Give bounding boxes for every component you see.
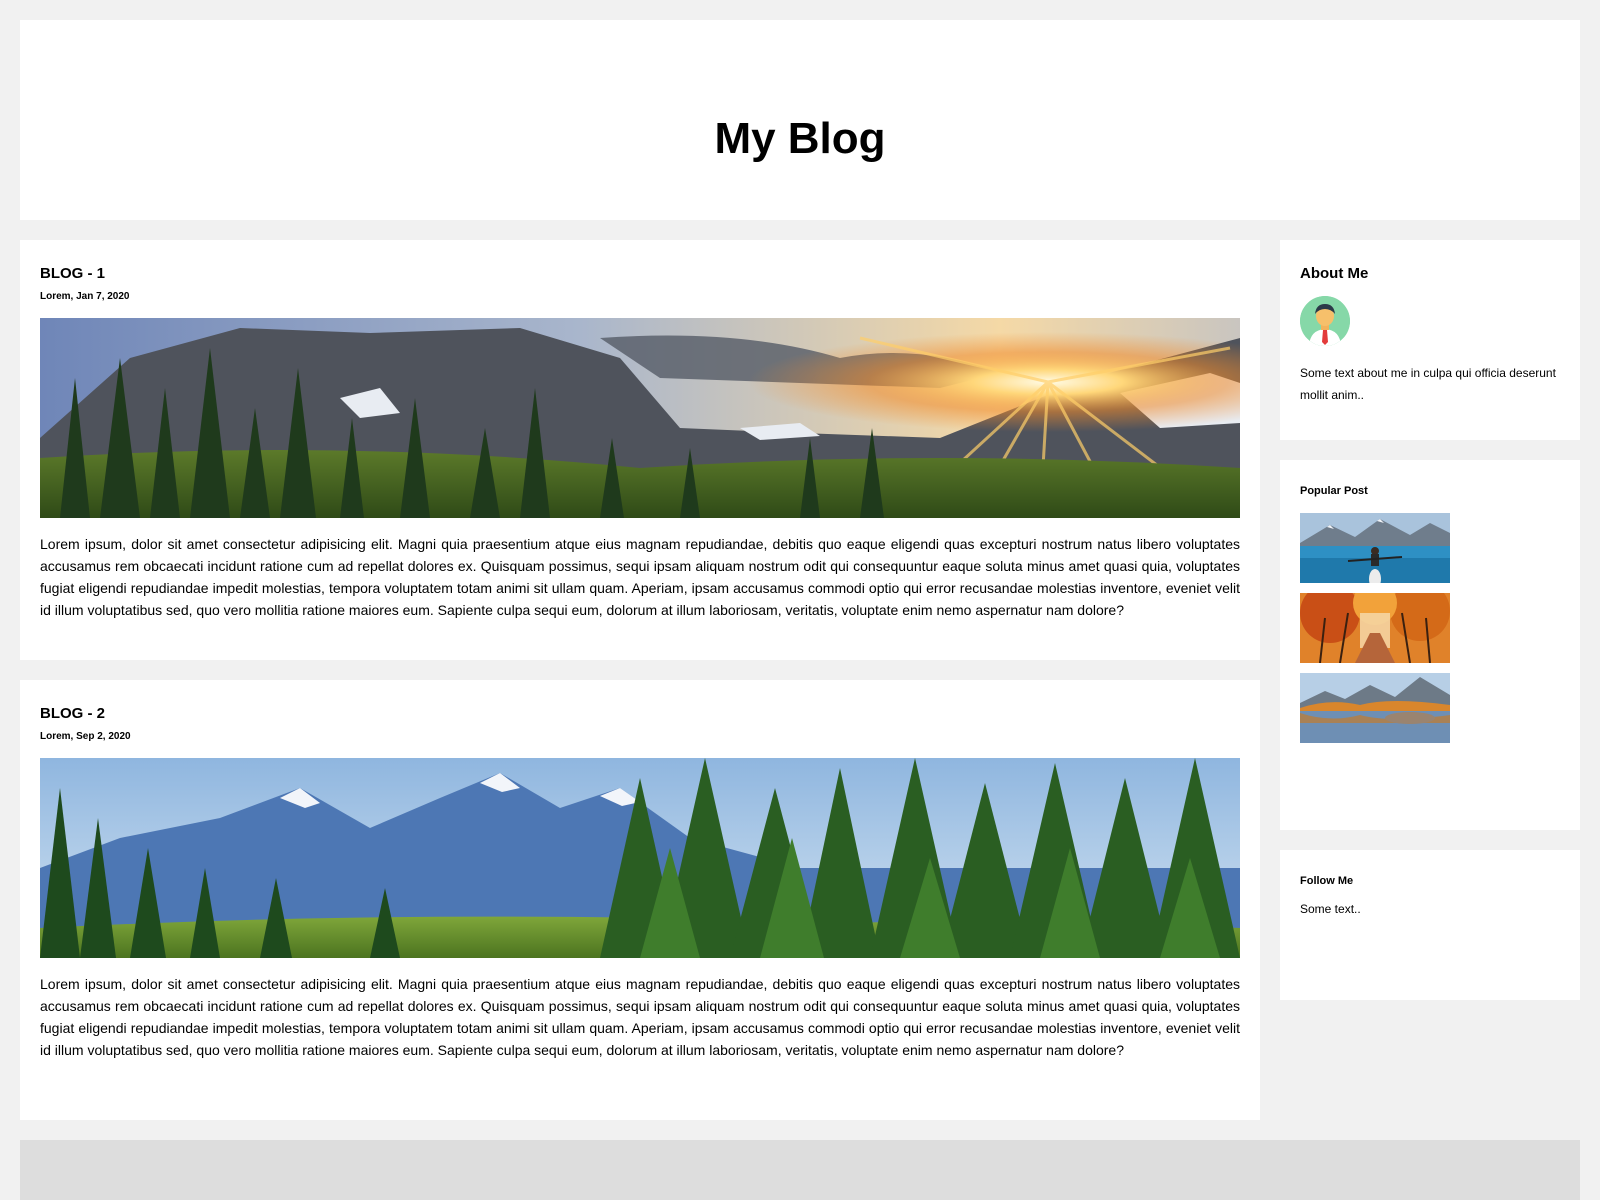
about-text: Some text about me in culpa qui officia … xyxy=(1300,366,1556,402)
page-title: My Blog xyxy=(714,114,886,163)
blog-post-card: BLOG - 1 Lorem, Jan 7, 2020 Lorem ipsum,… xyxy=(20,240,1260,660)
post-date: Lorem, Jan 7, 2020 xyxy=(40,291,130,302)
post-body: Lorem ipsum, dolor sit amet consectetur … xyxy=(40,536,1240,618)
post-hero-image xyxy=(40,758,1240,958)
post-body: Lorem ipsum, dolor sit amet consectetur … xyxy=(40,976,1240,1058)
popular-post-thumbnail[interactable] xyxy=(1300,513,1450,583)
popular-title: Popular Post xyxy=(1300,485,1368,497)
person-avatar-icon xyxy=(1300,296,1350,346)
post-title: BLOG - 1 xyxy=(40,265,106,282)
popular-post-thumbnail[interactable] xyxy=(1300,593,1450,663)
follow-me-card: Follow Me Some text.. xyxy=(1280,850,1580,1000)
page-footer xyxy=(20,1140,1580,1200)
blog-post-card: BLOG - 2 Lorem, Sep 2, 2020 Lorem ipsum,… xyxy=(20,680,1260,1120)
post-date: Lorem, Sep 2, 2020 xyxy=(40,731,131,742)
about-me-card: About Me Some text about me in culpa qui… xyxy=(1280,240,1580,440)
site-header: My Blog xyxy=(20,20,1580,220)
post-title: BLOG - 2 xyxy=(40,705,106,722)
popular-post-thumbnail[interactable] xyxy=(1300,673,1450,743)
popular-post-card: Popular Post xyxy=(1280,460,1580,830)
about-title: About Me xyxy=(1300,265,1369,282)
follow-title: Follow Me xyxy=(1300,875,1354,887)
follow-text: Some text.. xyxy=(1300,902,1361,916)
post-hero-image xyxy=(40,318,1240,518)
